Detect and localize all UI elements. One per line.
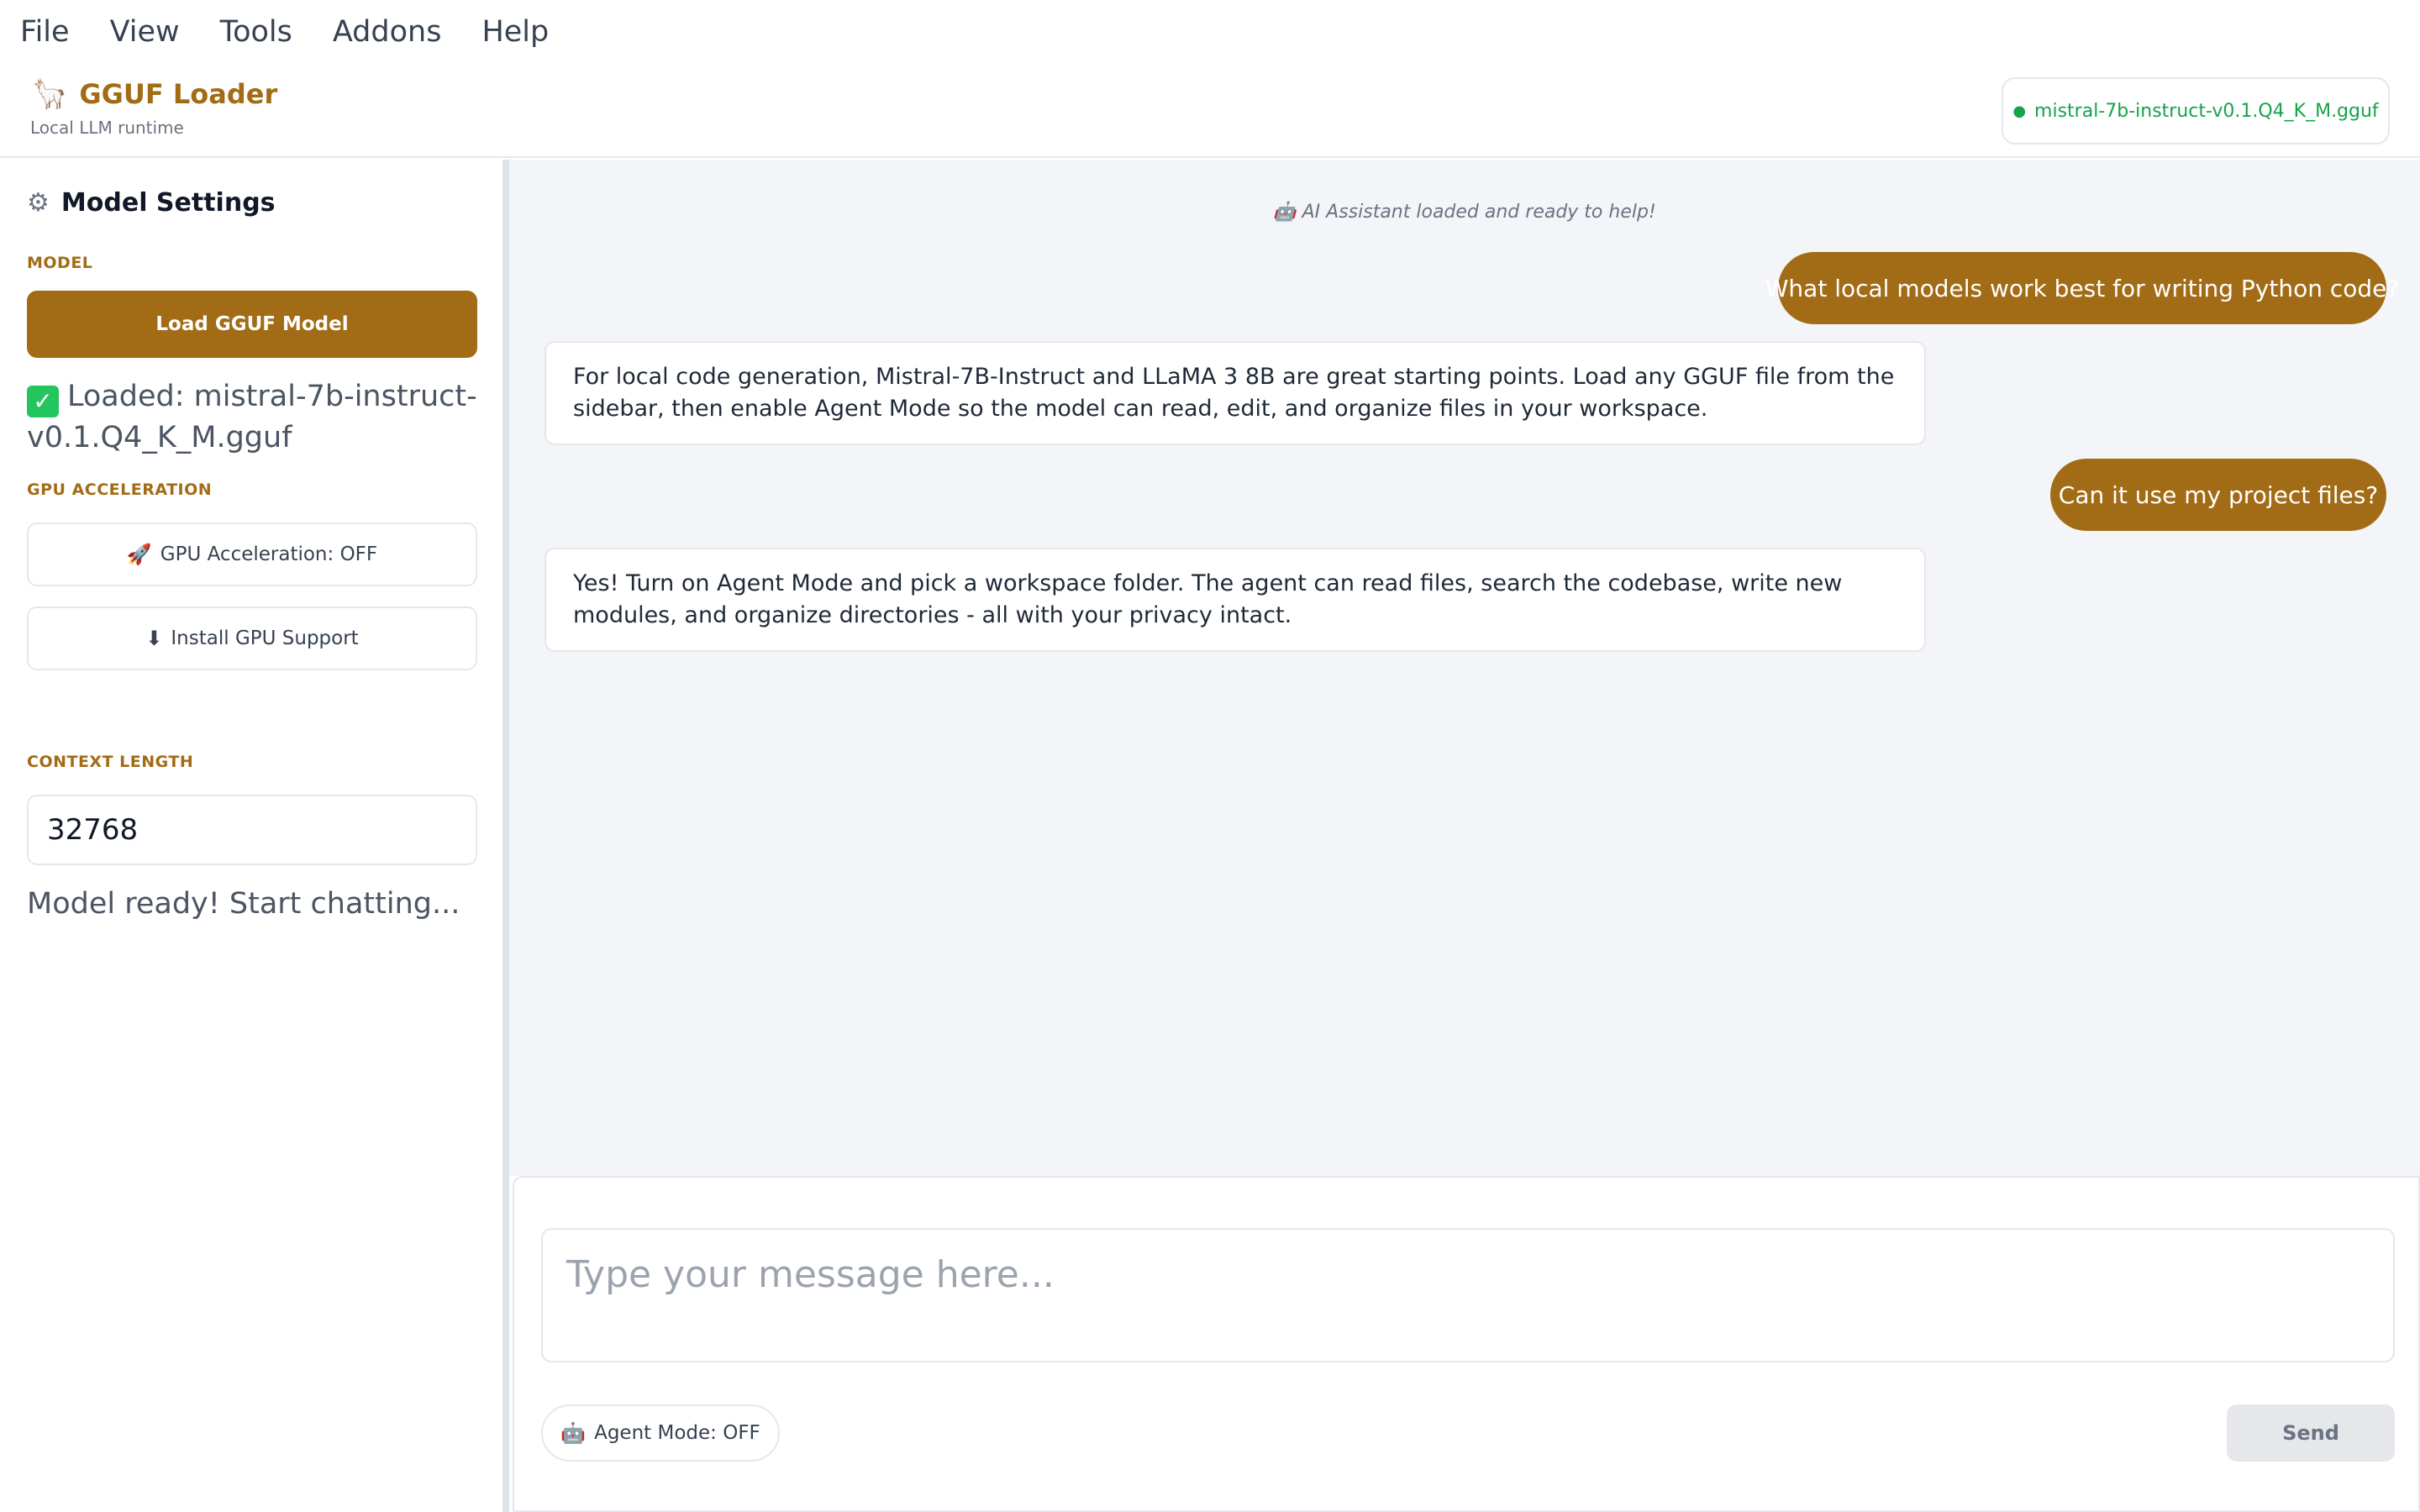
model-status-text: mistral-7b-instruct-v0.1.Q4_K_M.gguf xyxy=(2034,100,2379,122)
user-message: Can it use my project files? xyxy=(2050,459,2386,531)
menu-tools[interactable]: Tools xyxy=(220,15,292,49)
robot-icon: 🤖 xyxy=(560,1421,587,1445)
app-header: 🦙 GGUF Loader Local LLM runtime ● mistra… xyxy=(0,64,2420,158)
settings-heading: ⚙ Model Settings xyxy=(27,188,276,218)
message-composer: 🤖 Agent Mode: OFF Send xyxy=(513,1176,2420,1512)
model-section-label: MODEL xyxy=(27,254,93,272)
robot-icon: 🤖 xyxy=(1273,202,1297,223)
app-subtitle: Local LLM runtime xyxy=(30,118,184,138)
status-dot-icon: ● xyxy=(2012,102,2027,120)
context-length-input[interactable] xyxy=(27,795,477,865)
user-message: What local models work best for writing … xyxy=(1765,252,2399,324)
settings-title-text: Model Settings xyxy=(60,188,276,218)
context-length-label: CONTEXT LENGTH xyxy=(27,753,194,771)
loaded-model-text: Loaded: mistral-7b-instruct-v0.1.Q4_K_M.… xyxy=(27,380,477,454)
model-status-badge: ● mistral-7b-instruct-v0.1.Q4_K_M.gguf xyxy=(2002,77,2390,144)
llama-icon: 🦙 xyxy=(32,77,68,111)
system-message-text: AI Assistant loaded and ready to help! xyxy=(1302,202,1656,223)
app-title: GGUF Loader xyxy=(79,78,278,110)
sidebar-resize-handle[interactable] xyxy=(502,160,509,1512)
download-arrow-icon: ⬇ xyxy=(145,627,163,650)
menu-file[interactable]: File xyxy=(20,15,70,49)
agent-mode-label: Agent Mode: OFF xyxy=(594,1422,760,1444)
assistant-message: For local code generation, Mistral-7B-In… xyxy=(544,341,1926,445)
rocket-icon: 🚀 xyxy=(126,543,152,566)
send-button[interactable]: Send xyxy=(2227,1404,2395,1462)
agent-mode-toggle[interactable]: 🤖 Agent Mode: OFF xyxy=(541,1404,780,1462)
message-input[interactable] xyxy=(541,1228,2395,1362)
assistant-message: Yes! Turn on Agent Mode and pick a works… xyxy=(544,548,1926,652)
gear-icon: ⚙ xyxy=(27,188,50,218)
model-ready-status: Model ready! Start chatting... xyxy=(27,887,460,921)
menu-help[interactable]: Help xyxy=(481,15,549,49)
install-gpu-label: Install GPU Support xyxy=(171,627,359,649)
install-gpu-support-button[interactable]: ⬇ Install GPU Support xyxy=(27,606,477,670)
load-model-button[interactable]: Load GGUF Model xyxy=(27,291,477,358)
menu-view[interactable]: View xyxy=(110,15,180,49)
checkmark-icon: ✓ xyxy=(27,386,59,417)
gpu-toggle-label: GPU Acceleration: OFF xyxy=(160,543,378,565)
system-message: 🤖 AI Assistant loaded and ready to help! xyxy=(509,202,2420,223)
menu-addons[interactable]: Addons xyxy=(333,15,442,49)
loaded-model-status: ✓ Loaded: mistral-7b-instruct-v0.1.Q4_K_M… xyxy=(27,376,481,458)
chat-area: 🤖 AI Assistant loaded and ready to help!… xyxy=(509,160,2420,1176)
gpu-section-label: GPU ACCELERATION xyxy=(27,480,213,499)
settings-sidebar: ⚙ Model Settings MODEL Load GGUF Model ✓… xyxy=(0,160,504,1512)
brand: 🦙 GGUF Loader xyxy=(32,77,277,111)
menu-bar: File View Tools Addons Help xyxy=(0,0,2420,64)
gpu-acceleration-toggle[interactable]: 🚀 GPU Acceleration: OFF xyxy=(27,522,477,586)
